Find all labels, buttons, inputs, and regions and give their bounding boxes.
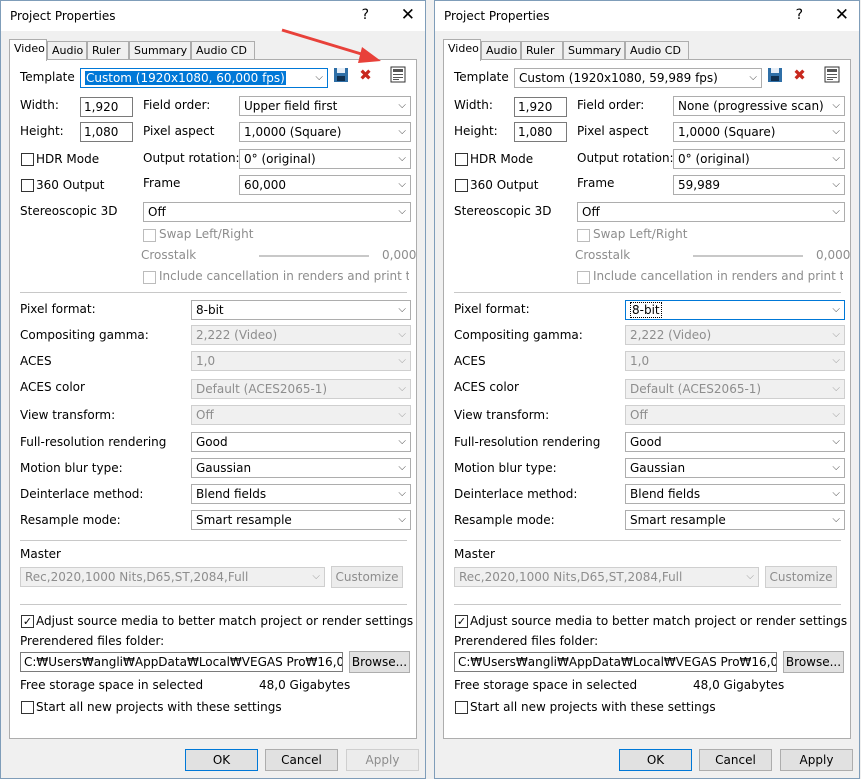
- tab-video[interactable]: Video: [9, 39, 47, 61]
- red-arrow-annotation: [281, 28, 381, 63]
- annotation-arrow-head: [358, 47, 381, 63]
- annotation-arrow-shaft: [281, 28, 369, 58]
- screenshot-root: { "windows": [ { "title": "Project Prope…: [0, 0, 861, 779]
- tab-video[interactable]: Video: [443, 39, 481, 61]
